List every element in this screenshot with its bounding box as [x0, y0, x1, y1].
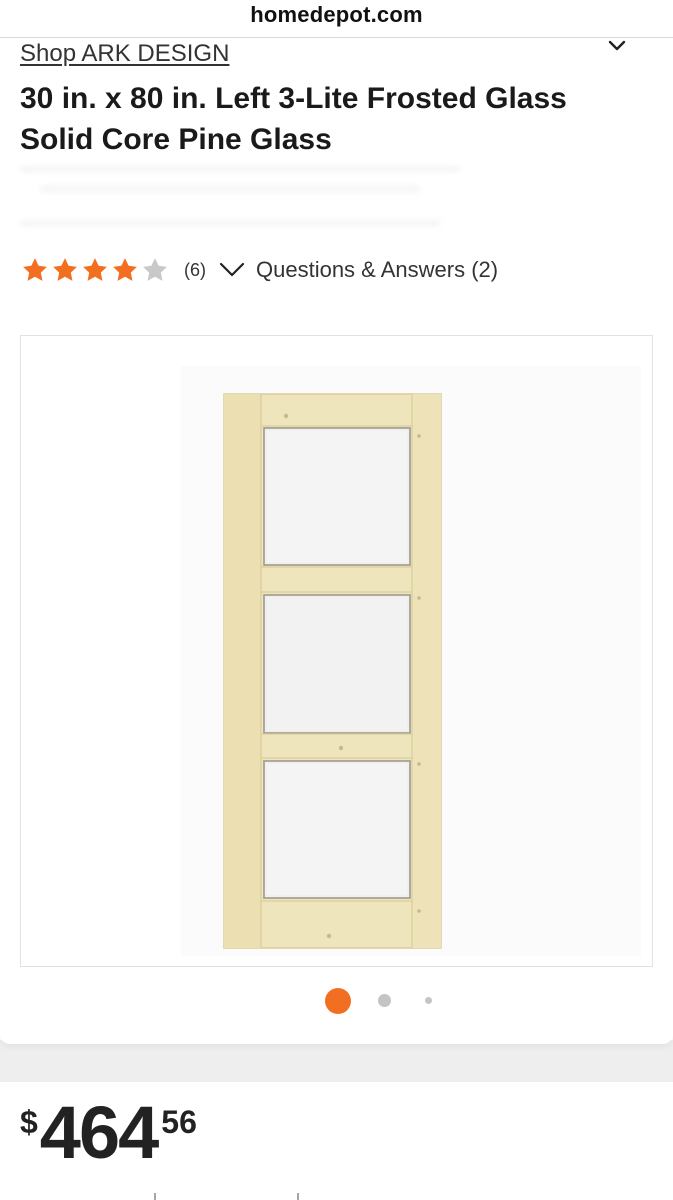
- carousel-dot[interactable]: [425, 997, 432, 1004]
- browser-url-bar[interactable]: homedepot.com: [0, 0, 673, 38]
- blurred-description: [20, 160, 480, 240]
- review-count[interactable]: (6): [184, 260, 206, 281]
- url-text[interactable]: homedepot.com: [0, 2, 673, 28]
- questions-answers-link[interactable]: Questions & Answers (2): [256, 257, 498, 283]
- star-icon: [53, 258, 77, 281]
- image-carousel-dots[interactable]: [0, 986, 673, 1016]
- carousel-dot-active[interactable]: [325, 988, 351, 1014]
- door-product-image[interactable]: [21, 336, 652, 966]
- star-icon: [23, 258, 47, 281]
- cropped-content-fragment: [154, 1193, 299, 1200]
- price-currency: $: [20, 1104, 38, 1140]
- brand-row: Shop ARK DESIGN: [20, 40, 650, 72]
- chevron-down-icon[interactable]: [606, 38, 628, 54]
- carousel-dot[interactable]: [378, 994, 391, 1007]
- star-empty-icon: [143, 258, 167, 281]
- product-image-frame[interactable]: [20, 335, 653, 967]
- card-bottom-edge: [0, 1020, 673, 1044]
- rating-row[interactable]: (6) Questions & Answers (2): [20, 254, 498, 286]
- section-divider: [0, 1040, 673, 1082]
- chevron-down-icon[interactable]: [218, 260, 246, 280]
- shop-brand-link[interactable]: Shop ARK DESIGN: [20, 40, 229, 67]
- price-dollars: 464: [39, 1091, 159, 1174]
- star-rating[interactable]: [20, 256, 170, 284]
- star-icon: [83, 258, 107, 281]
- product-title: 30 in. x 80 in. Left 3-Lite Frosted Glas…: [20, 82, 567, 156]
- product-price: $ 464 56: [20, 1096, 197, 1176]
- price-cents: 56: [161, 1104, 197, 1140]
- star-icon: [113, 258, 137, 281]
